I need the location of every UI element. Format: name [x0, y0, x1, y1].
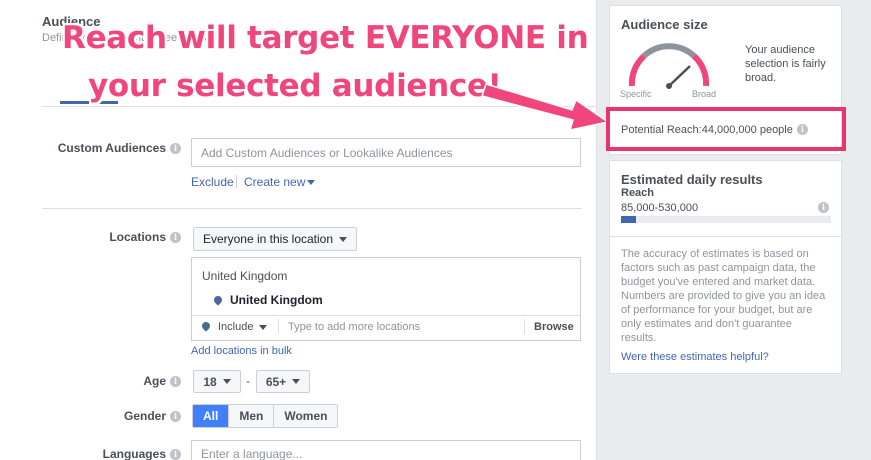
age-label: Age i — [42, 374, 181, 388]
browse-button[interactable]: Browse — [534, 321, 574, 333]
gauge-pivot — [666, 83, 672, 89]
gender-label: Gender i — [42, 409, 181, 423]
location-box: United Kingdom United Kingdom Include Ty… — [191, 257, 581, 341]
languages-input[interactable]: Enter a language... — [191, 440, 581, 460]
audience-size-description: Your audience selection is fairly broad. — [745, 44, 826, 84]
selected-location[interactable]: United Kingdom — [212, 293, 323, 307]
info-icon[interactable]: i — [170, 232, 181, 243]
potential-reach-highlight — [606, 107, 846, 151]
gender-option-women[interactable]: Women — [274, 405, 338, 427]
gauge-specific-arc — [628, 53, 647, 87]
include-dropdown[interactable]: Include — [200, 320, 268, 333]
card-divider — [610, 236, 841, 237]
gauge-broad-label: Broad — [692, 89, 717, 99]
gauge-broad-arc — [691, 53, 710, 87]
estimated-results-card: Estimated daily results Reach 85,000-530… — [609, 160, 842, 374]
chevron-down-icon — [292, 379, 301, 384]
info-icon[interactable]: i — [170, 376, 181, 387]
audience-size-title: Audience size — [621, 17, 708, 32]
section-divider — [42, 208, 582, 209]
age-max-dropdown[interactable]: 65+ — [256, 370, 310, 393]
chevron-down-icon — [339, 236, 348, 242]
audience-gauge-icon — [628, 43, 710, 89]
estimates-helpful-link[interactable]: Were these estimates helpful? — [621, 351, 769, 363]
reach-bar — [621, 216, 831, 223]
location-search-input[interactable]: Type to add more locations — [288, 321, 420, 333]
annotation-line-1: Reach will target EVERYONE in — [62, 20, 589, 56]
gender-option-all[interactable]: All — [193, 405, 230, 427]
annotation-line-2: your selected audience! — [88, 68, 502, 104]
annotation-arrow-icon — [481, 83, 610, 131]
link-separator — [236, 175, 237, 188]
gauge-middle-arc — [641, 43, 697, 59]
info-icon[interactable]: i — [170, 411, 181, 422]
chevron-down-icon — [222, 379, 231, 384]
arrow-shape — [481, 83, 610, 131]
custom-audiences-input[interactable]: Add Custom Audiences or Lookalike Audien… — [191, 138, 581, 167]
info-icon[interactable]: i — [170, 449, 181, 460]
chevron-down-icon — [307, 180, 316, 185]
location-box-divider — [192, 315, 580, 316]
reach-bar-fill — [621, 216, 636, 223]
include-separator — [278, 319, 279, 334]
chevron-down-icon — [259, 325, 268, 330]
estimated-results-title: Estimated daily results — [621, 172, 763, 187]
add-locations-bulk-link[interactable]: Add locations in bulk — [191, 345, 292, 357]
gauge-specific-label: Specific — [620, 89, 652, 99]
languages-label: Languages i — [42, 447, 181, 460]
create-new-link[interactable]: Create new — [244, 175, 316, 189]
gender-selector: All Men Women — [192, 404, 339, 428]
location-type-dropdown[interactable]: Everyone in this location — [193, 227, 357, 251]
location-pin-icon — [200, 320, 212, 332]
estimates-disclaimer: The accuracy of estimates is based on fa… — [621, 248, 826, 344]
exclude-link[interactable]: Exclude — [191, 175, 234, 189]
age-separator: - — [246, 374, 250, 388]
location-group-header: United Kingdom — [202, 269, 288, 283]
location-pin-icon — [212, 294, 224, 306]
info-icon[interactable]: i — [170, 143, 181, 154]
reach-label: Reach — [621, 187, 655, 199]
browse-separator — [524, 319, 525, 334]
custom-audiences-label: Custom Audiences i — [42, 141, 181, 155]
reach-value: 85,000-530,000 — [621, 202, 699, 214]
info-icon[interactable]: i — [818, 202, 829, 213]
gauge-needle — [668, 65, 691, 87]
locations-label: Locations i — [42, 230, 181, 244]
gender-option-men[interactable]: Men — [229, 405, 275, 427]
age-min-dropdown[interactable]: 18 — [193, 370, 241, 393]
